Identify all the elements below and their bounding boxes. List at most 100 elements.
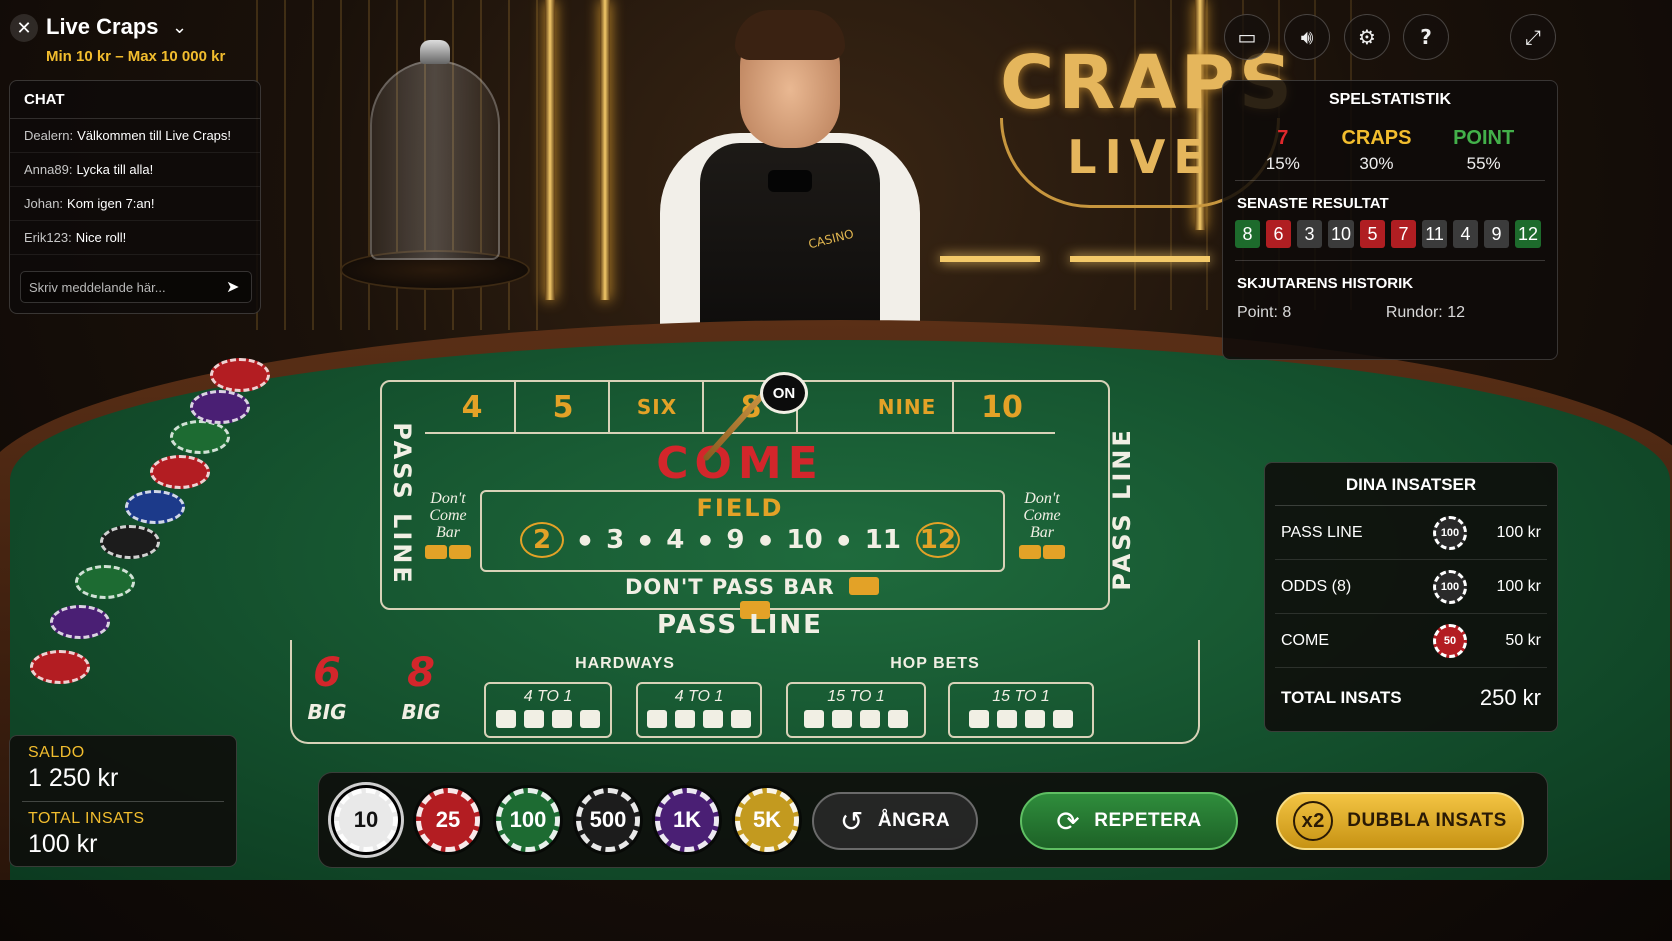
shooter-history-title: SKJUTARENS HISTORIK [1237,275,1414,292]
field-2: 2 [520,522,564,558]
chip-icon: 50 [1433,623,1467,658]
send-icon[interactable]: ➤ [226,277,246,297]
field-dot: ● [578,532,592,548]
stat-point: POINT 55% [1453,127,1514,174]
bet-row: PASS LINE 100 100 kr [1275,506,1547,560]
volume-icon[interactable]: 🔊︎ [1284,14,1330,60]
big-6-number: 6 [313,650,341,696]
result-badge: 10 [1328,220,1355,248]
big-8[interactable]: 8 BIG [376,650,466,724]
place-4[interactable]: 4 [430,382,516,432]
bet-amount: 50 kr [1505,631,1541,649]
big-6[interactable]: 6 BIG [282,650,372,724]
come-area[interactable]: COME [640,438,840,489]
field-9: 9 [726,525,745,555]
field-numbers[interactable]: 2 ● 3 ● 4 ● 9 ● 10 ● 11 12 [520,520,960,560]
field-dot: ● [837,532,850,548]
dont-come-bar-word: Don't [430,490,466,507]
statistics-panel: SPELSTATISTIK 7 15% CRAPS 30% POINT 55% SEN… [1222,80,1558,360]
undo-button[interactable]: ↺ ÅNGRA [812,792,978,850]
field-12: 12 [915,522,960,558]
die-icon [731,710,751,728]
big-6-label: BIG [307,700,347,724]
chat-message: Erik123: Nice roll! [10,221,260,255]
recent-results-title: SENASTE RESULTAT [1237,195,1389,212]
result-badge: 12 [1515,220,1542,248]
help-icon[interactable]: ? [1403,14,1449,60]
dont-come-bar-word: Come [1023,507,1061,524]
chat-text: Kom igen 7:an! [67,196,155,211]
point-info: Point: 8 [1237,304,1291,322]
chat-message: Anna89: Lycka till alla! [10,153,260,187]
die-icon [580,710,600,728]
stats-summary: 7 15% CRAPS 30% POINT 55% [1235,119,1545,181]
place-10[interactable]: 10 [956,382,1048,432]
result-badge: 6 [1266,220,1291,248]
hardway-bet[interactable]: 4 TO 1 [636,682,762,738]
bet-odds: 15 TO 1 [992,688,1050,705]
die-icon [1053,710,1073,728]
place-5[interactable]: 5 [518,382,610,432]
die-icon [552,710,572,728]
die-icon [832,710,852,728]
saldo-value: 1 250 kr [28,764,119,792]
double-bet-label: DUBBLA INSATS [1347,810,1507,831]
bets-title: DINA INSATSER [1275,463,1547,506]
close-button[interactable]: ✕ [10,14,38,42]
pass-line-bottom[interactable]: PASS LINE [580,610,900,640]
chip-icon: 100 [1433,569,1467,604]
stat-craps: CRAPS 30% [1341,127,1411,174]
shooter-history: Point: 8 Rundor: 12 [1223,300,1557,322]
dont-come-bar-word: Don't [1024,490,1060,507]
repeat-icon: ⟳ [1056,804,1081,838]
stats-title: SPELSTATISTIK [1328,91,1452,108]
chevron-down-icon[interactable]: ⌄ [172,17,187,38]
pass-line-right[interactable]: PASS LINE [1108,427,1136,591]
repeat-button[interactable]: ⟳ REPETERA [1020,792,1238,850]
result-badge: 8 [1235,220,1260,248]
pass-line-left[interactable]: PASS LINE [388,422,416,586]
bets-total: TOTAL INSATS 250 kr [1275,668,1547,728]
stat-seven: 7 15% [1266,127,1300,174]
rounds-value: 12 [1447,304,1465,321]
bet-name: COME [1281,631,1329,649]
chip-5k-button[interactable]: 5K [735,788,799,852]
field-10: 10 [786,525,823,555]
game-title[interactable]: Live Craps [46,14,159,40]
bet-odds: 4 TO 1 [523,688,573,705]
dont-pass-bar-label: DON'T PASS BAR [625,575,835,599]
chat-user: Dealern: [24,128,74,143]
chip-500-button[interactable]: 500 [576,788,640,852]
dice-icon [425,545,447,559]
big-8-number: 8 [407,650,435,696]
chip-100-button[interactable]: 100 [496,788,560,852]
fullscreen-icon[interactable]: ⤢ [1510,14,1556,60]
dice-icon [1019,545,1041,559]
chip-1k-button[interactable]: 1K [655,788,719,852]
place-9[interactable]: NINE [862,382,954,432]
close-icon: ✕ [16,17,32,38]
settings-icon[interactable]: ⚙ [1344,14,1390,60]
hop-bet[interactable]: 15 TO 1 [948,682,1094,738]
picture-in-picture-icon[interactable]: ▭ [1224,14,1270,60]
chip-10-button[interactable]: 10 [334,788,398,852]
double-bet-button[interactable]: x2 DUBBLA INSATS [1276,792,1524,850]
chip-25-button[interactable]: 25 [416,788,480,852]
dont-come-bar-word: Bar [1030,524,1054,541]
dont-come-bar-left[interactable]: Don't Come Bar [408,490,488,563]
result-badge: 11 [1422,220,1448,248]
field-dot: ● [639,532,652,548]
stat-label: 7 [1277,127,1289,149]
hop-bet[interactable]: 15 TO 1 [786,682,926,738]
hardway-bet[interactable]: 4 TO 1 [484,682,612,738]
dice-icon [849,577,879,595]
chat-text: Välkommen till Live Craps! [77,128,232,143]
place-6[interactable]: SIX [612,382,704,432]
field-label[interactable]: FIELD [690,494,790,522]
dont-come-bar-word: Come [429,507,467,524]
result-badge: 3 [1297,220,1322,248]
chat-input[interactable]: Skriv meddelande här... [20,271,252,303]
chat-text: Lycka till alla! [76,162,154,177]
bet-amount: 100 kr [1496,523,1541,541]
dont-come-bar-right[interactable]: Don't Come Bar [1002,490,1082,563]
